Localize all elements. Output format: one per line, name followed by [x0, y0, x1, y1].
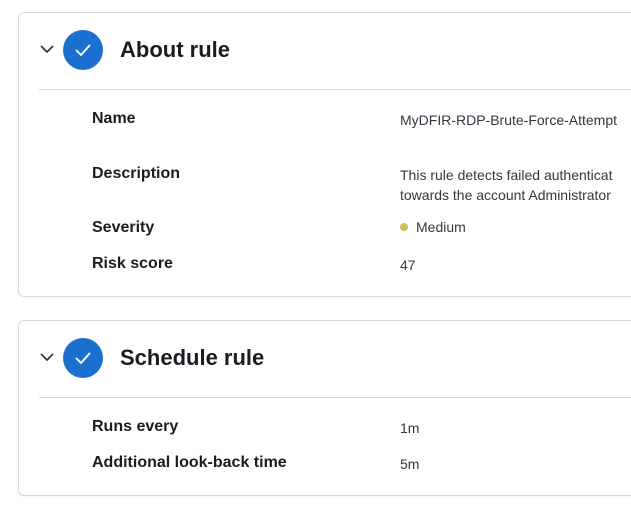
- about-rule-title: About rule: [120, 37, 230, 62]
- description-label: Description: [92, 165, 181, 182]
- chevron-down-icon[interactable]: [38, 348, 56, 366]
- description-value: This rule detects failed authenticat tow…: [400, 165, 612, 205]
- header-divider: [39, 397, 631, 398]
- description-line: This rule detects failed authenticat: [400, 167, 613, 183]
- about-rule-panel: About rule Name MyDFIR-RDP-Brute-Force-A…: [18, 12, 631, 297]
- severity-label: Severity: [92, 219, 155, 236]
- lookback-label: Additional look-back time: [92, 454, 287, 471]
- runs-every-label: Runs every: [92, 418, 179, 435]
- schedule-rule-title: Schedule rule: [120, 345, 265, 370]
- risk-score-value: 47: [400, 257, 416, 273]
- chevron-down-icon[interactable]: [38, 40, 56, 58]
- step-complete-badge: [63, 30, 103, 70]
- severity-dot-icon: [400, 223, 408, 231]
- description-line: towards the account Administrator: [400, 187, 611, 203]
- check-icon: [75, 44, 91, 56]
- about-rule-header[interactable]: About rule: [19, 13, 631, 89]
- name-label: Name: [92, 110, 136, 127]
- check-icon: [75, 352, 91, 364]
- severity-value: Medium: [400, 217, 466, 237]
- severity-text: Medium: [416, 219, 466, 235]
- runs-every-value: 1m: [400, 420, 420, 436]
- schedule-rule-panel: Schedule rule Runs every 1m Additional l…: [18, 320, 631, 496]
- step-complete-badge: [63, 338, 103, 378]
- schedule-rule-header[interactable]: Schedule rule: [19, 321, 631, 397]
- header-divider: [39, 89, 631, 90]
- name-value: MyDFIR-RDP-Brute-Force-Attempt: [400, 112, 618, 128]
- lookback-value: 5m: [400, 456, 420, 472]
- risk-score-label: Risk score: [92, 255, 173, 272]
